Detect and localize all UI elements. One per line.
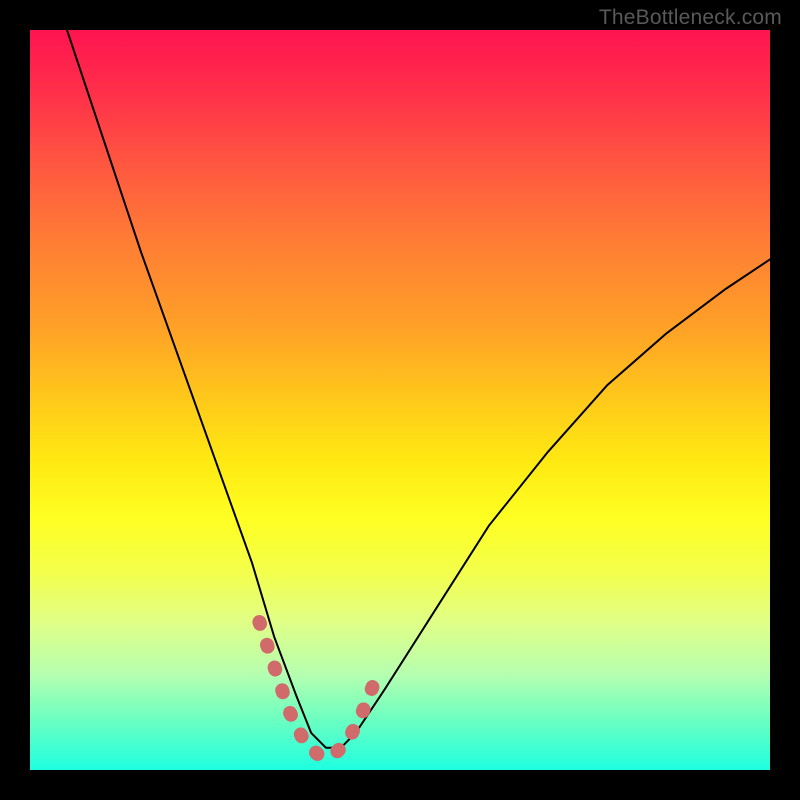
chart-svg bbox=[30, 30, 770, 770]
bottleneck-curve bbox=[67, 30, 770, 748]
chart-plot-area bbox=[30, 30, 770, 770]
watermark-text: TheBottleneck.com bbox=[599, 6, 782, 30]
